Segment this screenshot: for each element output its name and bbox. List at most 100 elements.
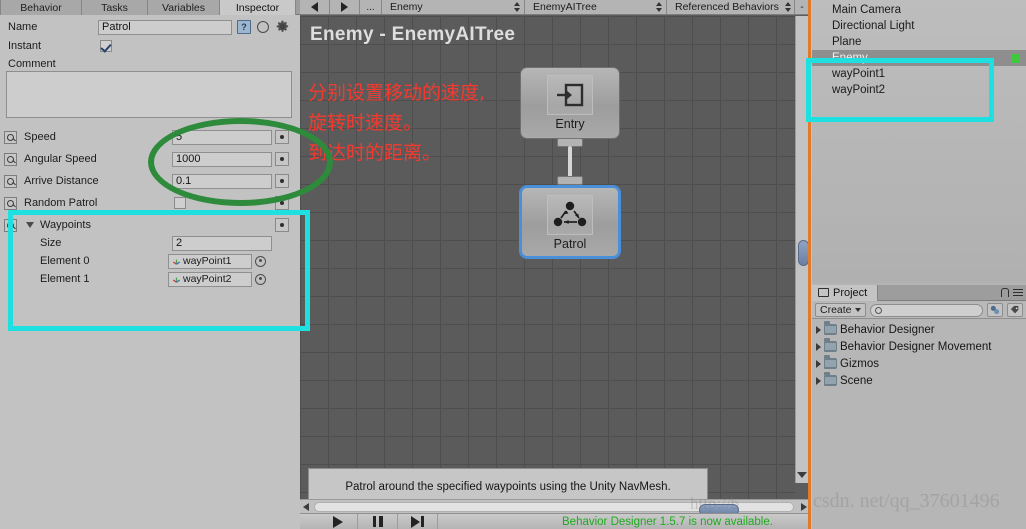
step-button[interactable] [398,513,438,529]
arrive-distance-input[interactable]: 0.1 [172,173,272,189]
random-patrol-search-icon[interactable] [4,196,17,210]
chevron-updown-icon [514,2,520,12]
tab-project-label: Project [833,286,868,299]
panel-divider[interactable] [808,0,811,529]
graph-canvas[interactable]: Enemy - EnemyAITree 分别设置移动的速度, 旋转时速度。 到达… [300,16,795,499]
node-entry-label: Entry [555,117,585,131]
graph-title: Enemy - EnemyAITree [310,24,516,45]
angular-speed-bind-button[interactable] [275,152,289,166]
scroll-right-arrow-icon[interactable] [801,503,807,511]
element-0-picker-icon[interactable] [255,255,266,267]
hierarchy-item-plane[interactable]: Plane [812,34,1026,50]
folder-icon [824,355,837,369]
lock-icon[interactable] [1001,288,1009,297]
scroll-left-arrow-icon[interactable] [303,503,309,511]
overflow-button[interactable]: ... [360,0,382,14]
project-item-label: Behavior Designer [840,323,935,336]
waypoints-search-icon[interactable] [4,218,17,232]
comment-textarea[interactable] [6,71,292,118]
nav-forward-button[interactable] [330,0,360,14]
node-entry[interactable]: Entry [520,67,620,139]
behavior-graph-panel: ... Enemy EnemyAITree Referenced Behavio… [300,0,810,529]
hierarchy-item-label: wayPoint1 [832,68,886,80]
node-patrol[interactable]: Patrol [520,186,620,258]
hierarchy-item-main-camera[interactable]: Main Camera [812,2,1026,18]
tab-variables-label: Variables [162,1,205,14]
tab-project[interactable]: Project [812,284,879,301]
speed-bind-button[interactable] [275,130,289,144]
project-toolbar: Create [812,302,1026,319]
graph-horizontal-scroll-track[interactable] [314,502,794,516]
chevron-right-icon[interactable] [816,359,821,368]
referenced-behaviors-dropdown[interactable]: Referenced Behaviors [667,0,795,14]
inspector-panel: Behavior Tasks Variables Inspector Name … [0,0,300,529]
waypoints-foldout-arrow[interactable] [26,222,34,228]
chevron-updown-icon [784,2,791,12]
project-item-behavior-designer[interactable]: Behavior Designer [812,321,1026,338]
status-message: Behavior Designer 1.5.7 is now available… [562,516,773,528]
speed-input[interactable]: 5 [172,129,272,145]
hierarchy-item-directional-light[interactable]: Directional Light [812,18,1026,34]
element-1-picker-icon[interactable] [255,273,266,285]
graph-toolbar: ... Enemy EnemyAITree Referenced Behavio… [300,0,810,15]
behavior-dropdown[interactable]: Enemy [382,0,525,14]
tab-inspector[interactable]: Inspector [220,0,296,15]
graph-horizontal-scrollbar[interactable] [300,499,810,516]
element-0-objectfield[interactable]: wayPoint1 [168,253,252,269]
patrol-input-port[interactable] [557,176,583,185]
project-search-input[interactable] [869,303,983,317]
filter-type-button[interactable] [987,303,1003,317]
name-input-value: Patrol [102,21,131,33]
arrive-distance-bind-button[interactable] [275,174,289,188]
waypoints-size-input[interactable]: 2 [172,235,272,251]
gear-icon[interactable] [276,20,289,33]
scroll-down-arrow-icon[interactable] [797,472,807,478]
folder-icon [824,372,837,386]
chevron-right-icon[interactable] [816,376,821,385]
arrive-distance-search-icon[interactable] [4,174,17,188]
folder-icon [824,321,837,335]
create-button[interactable]: Create [815,303,866,317]
play-button[interactable] [318,513,358,529]
folder-icon [824,338,837,352]
name-input[interactable]: Patrol [98,19,232,35]
random-patrol-checkbox[interactable] [174,197,186,209]
tab-behavior[interactable]: Behavior [0,0,82,15]
prefab-indicator-icon [1011,53,1020,63]
help-book-icon[interactable]: ? [237,20,251,34]
project-item-gizmos[interactable]: Gizmos [812,355,1026,372]
waypoints-bind-button[interactable] [275,218,289,232]
random-patrol-bind-button[interactable] [275,196,289,210]
tab-tasks[interactable]: Tasks [82,0,148,15]
create-button-label: Create [820,304,852,316]
hierarchy-item-waypoint2[interactable]: wayPoint2 [812,82,1026,98]
project-item-scene[interactable]: Scene [812,372,1026,389]
element-1-objectfield[interactable]: wayPoint2 [168,271,252,287]
hierarchy-item-waypoint1[interactable]: wayPoint1 [812,66,1026,82]
chevron-right-icon[interactable] [816,342,821,351]
chevron-right-icon[interactable] [816,325,821,334]
hierarchy-item-enemy[interactable]: Enemy [812,50,1026,66]
right-column: Main Camera Directional Light Plane Enem… [812,0,1026,529]
angular-speed-search-icon[interactable] [4,152,17,166]
entry-arrow-icon [547,75,593,115]
filter-label-button[interactable] [1007,303,1023,317]
node-patrol-label: Patrol [553,237,587,251]
tab-behavior-label: Behavior [20,1,62,14]
tree-dropdown[interactable]: EnemyAITree [525,0,667,14]
arrive-distance-value: 0.1 [176,175,192,187]
hamburger-menu-icon[interactable] [1013,288,1023,297]
nav-back-button[interactable] [300,0,330,14]
angular-speed-label: Angular Speed [24,153,97,165]
angular-speed-input[interactable]: 1000 [172,151,272,167]
chevron-down-icon [854,308,861,312]
project-item-behavior-designer-movement[interactable]: Behavior Designer Movement [812,338,1026,355]
instant-checkbox[interactable] [100,40,112,52]
hierarchy-item-label: Directional Light [832,20,915,32]
name-label: Name [8,21,38,33]
speed-search-icon[interactable] [4,130,17,144]
preset-circle-icon[interactable] [257,21,269,33]
tab-variables[interactable]: Variables [148,0,220,15]
pause-icon [372,516,383,527]
pause-button[interactable] [358,513,398,529]
